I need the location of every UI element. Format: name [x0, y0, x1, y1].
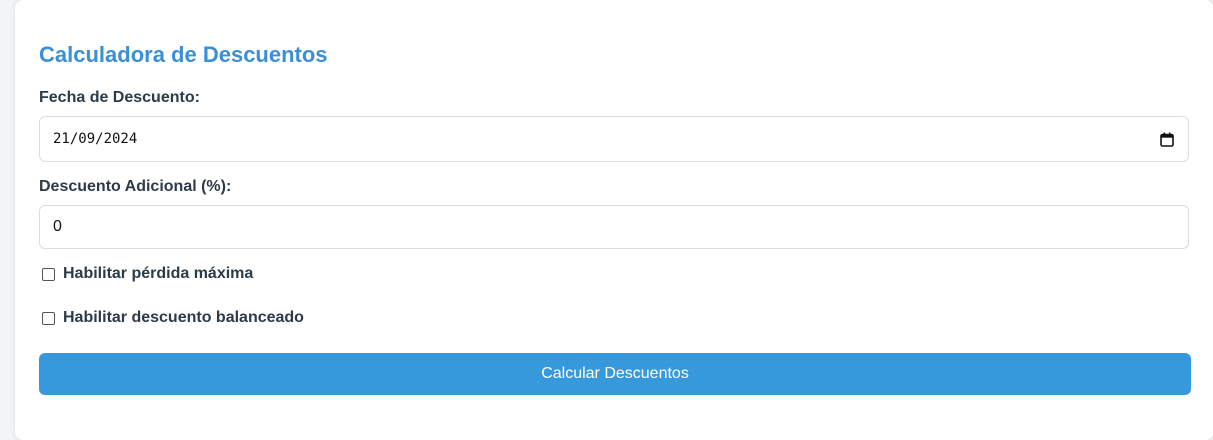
max-loss-label: Habilitar pérdida máxima [63, 265, 254, 282]
discount-input[interactable]: 0 [39, 205, 1189, 249]
date-label: Fecha de Descuento: [39, 89, 200, 106]
discount-label: Descuento Adicional (%): [39, 178, 232, 195]
balanced-discount-label: Habilitar descuento balanceado [63, 309, 304, 326]
calculate-button[interactable]: Calcular Descuentos [39, 353, 1191, 395]
calendar-icon[interactable] [1160, 132, 1174, 147]
discount-value: 0 [53, 218, 62, 235]
page-title: Calculadora de Descuentos [39, 42, 328, 67]
balanced-discount-checkbox[interactable] [42, 311, 55, 325]
date-value: 21/09/2024 [53, 131, 138, 147]
discount-calculator-card: Calculadora de Descuentos Fecha de Descu… [15, 0, 1213, 440]
max-loss-option[interactable]: Habilitar pérdida máxima [42, 265, 253, 283]
max-loss-checkbox[interactable] [42, 267, 55, 281]
balanced-discount-option[interactable]: Habilitar descuento balanceado [42, 309, 304, 327]
date-input[interactable]: 21/09/2024 [39, 116, 1189, 162]
